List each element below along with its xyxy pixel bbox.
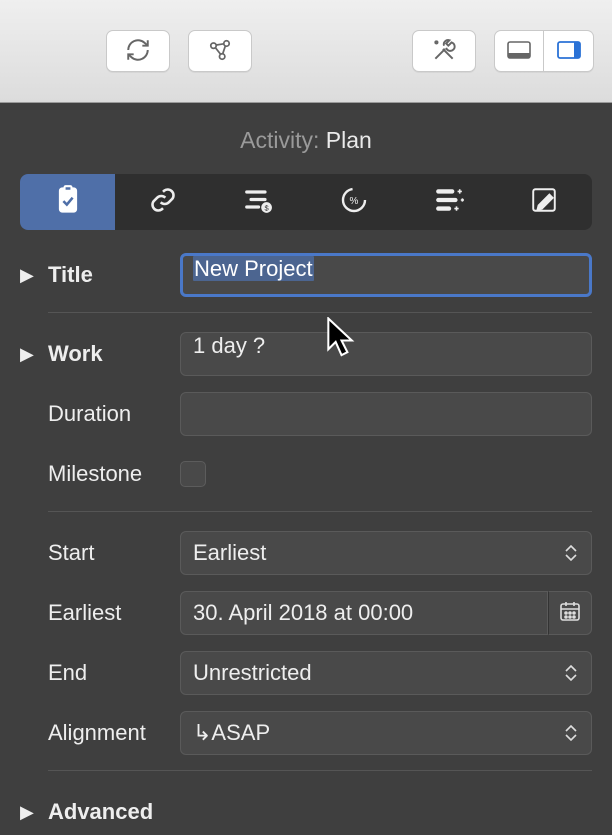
end-value: Unrestricted <box>193 660 312 686</box>
inspector-panel: Activity: Plan <box>0 103 612 835</box>
header-label: Activity: <box>240 127 319 153</box>
earliest-value: 30. April 2018 at 00:00 <box>193 600 413 626</box>
tab-link[interactable] <box>115 174 210 230</box>
advanced-label: Advanced <box>48 799 168 825</box>
cost-icon: $ <box>243 186 273 219</box>
work-input[interactable]: 1 day ? <box>180 332 592 376</box>
start-select[interactable]: Earliest <box>180 531 592 575</box>
start-value: Earliest <box>193 540 266 566</box>
start-label: Start <box>48 540 168 566</box>
inspector-header: Activity: Plan <box>20 103 592 174</box>
duration-label: Duration <box>48 401 168 427</box>
title-input[interactable]: New Project <box>180 253 592 297</box>
title-value: New Project <box>193 256 314 281</box>
clipboard-icon <box>54 185 82 220</box>
panel-bottom-icon <box>507 41 531 62</box>
stepper-icon <box>565 541 581 565</box>
panel-right-button[interactable] <box>544 30 594 72</box>
divider <box>48 770 592 771</box>
link-icon <box>149 186 177 219</box>
tools-icon <box>431 37 457 66</box>
window-toolbar <box>0 0 612 103</box>
end-label: End <box>48 660 168 686</box>
disclosure-work[interactable]: ▶ <box>20 344 36 365</box>
milestone-label: Milestone <box>48 461 168 487</box>
panel-toggle-group <box>494 30 594 72</box>
earliest-label: Earliest <box>48 600 168 626</box>
progress-icon: % <box>339 185 369 220</box>
alignment-label: Alignment <box>48 720 168 746</box>
duration-input[interactable] <box>180 392 592 436</box>
alignment-value: ↳ASAP <box>193 720 270 746</box>
divider <box>48 511 592 512</box>
title-label: Title <box>48 262 168 288</box>
stepper-icon <box>565 661 581 685</box>
globe-icon <box>207 37 233 66</box>
refresh-button[interactable] <box>106 30 170 72</box>
panel-right-icon <box>557 41 581 62</box>
alignment-select[interactable]: ↳ASAP <box>180 711 592 755</box>
calendar-icon <box>559 600 581 627</box>
tab-cost[interactable]: $ <box>211 174 306 230</box>
panel-bottom-button[interactable] <box>494 30 544 72</box>
svg-text:%: % <box>349 196 358 207</box>
tab-edit[interactable] <box>497 174 592 230</box>
tab-general[interactable] <box>20 174 115 230</box>
work-label: Work <box>48 341 168 367</box>
inspector-tabs: $ % <box>20 174 592 230</box>
edit-icon <box>530 186 558 219</box>
list-icon <box>434 187 464 218</box>
stepper-icon <box>565 721 581 745</box>
end-select[interactable]: Unrestricted <box>180 651 592 695</box>
calendar-button[interactable] <box>548 591 592 635</box>
divider <box>48 312 592 313</box>
disclosure-advanced[interactable]: ▶ <box>20 802 36 823</box>
refresh-icon <box>125 37 151 66</box>
earliest-input[interactable]: 30. April 2018 at 00:00 <box>180 591 548 635</box>
work-value: 1 day ? <box>193 333 265 358</box>
disclosure-title[interactable]: ▶ <box>20 265 36 286</box>
tools-button[interactable] <box>412 30 476 72</box>
network-button[interactable] <box>188 30 252 72</box>
milestone-checkbox[interactable] <box>180 461 206 487</box>
tab-progress[interactable]: % <box>306 174 401 230</box>
header-value: Plan <box>326 127 372 153</box>
tab-list[interactable] <box>401 174 496 230</box>
